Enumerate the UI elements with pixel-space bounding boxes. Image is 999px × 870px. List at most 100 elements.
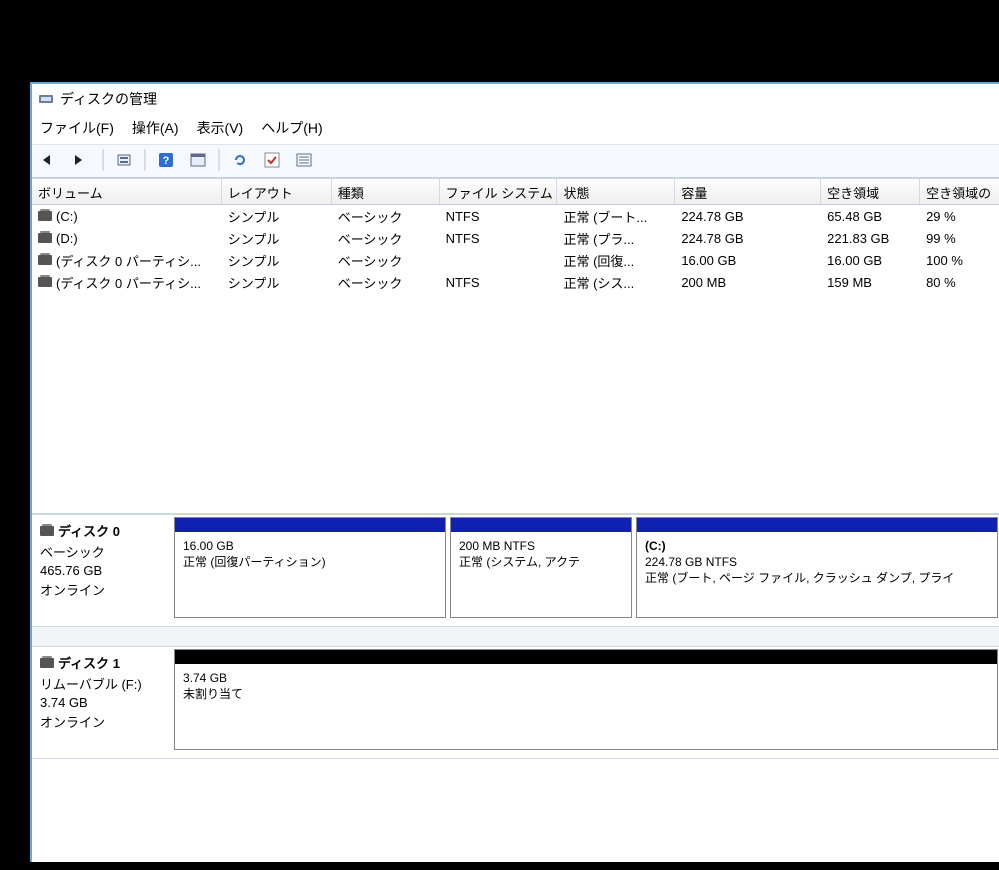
cell-status: 正常 (ブート... (557, 205, 675, 227)
disk-label: ディスク 0 (40, 521, 164, 540)
table-row[interactable]: (C:)シンプルベーシックNTFS正常 (ブート...224.78 GB65.4… (32, 205, 999, 227)
cell-status: 正常 (回復... (557, 249, 675, 271)
table-header: ボリューム レイアウト 種類 ファイル システム 状態 容量 空き領域 空き領域… (32, 179, 999, 205)
partition-header (637, 518, 997, 532)
window-title: ディスクの管理 (60, 89, 157, 109)
partition-size: 200 MB NTFS (459, 538, 623, 554)
view-details-button[interactable] (184, 147, 212, 173)
partition[interactable]: 200 MB NTFS正常 (システム, アクテ (450, 517, 632, 618)
toolbar-separator (102, 149, 104, 171)
cell-free-pct: 80 % (920, 271, 999, 293)
col-filesystem[interactable]: ファイル システム (440, 179, 558, 204)
partition-status: 未割り当て (183, 686, 989, 702)
cell-filesystem (440, 249, 558, 271)
cell-capacity: 16.00 GB (675, 249, 821, 271)
partition-header (175, 518, 445, 532)
partition-size: 224.78 GB NTFS (645, 554, 989, 570)
menu-view[interactable]: 表示(V) (197, 118, 244, 138)
partition[interactable]: (C:)224.78 GB NTFS正常 (ブート, ページ ファイル, クラッ… (636, 517, 998, 618)
refresh-button[interactable] (226, 147, 254, 173)
disk-type: ベーシック (40, 542, 164, 561)
cell-kind: ベーシック (332, 271, 440, 293)
partition-body: 200 MB NTFS正常 (システム, アクテ (451, 532, 631, 617)
partition-status: 正常 (システム, アクテ (459, 554, 623, 570)
cell-capacity: 224.78 GB (675, 205, 821, 227)
disk-meta: ディスク 0ベーシック465.76 GBオンライン (32, 515, 172, 626)
graphical-view: ディスク 0 ベーシック 465.76 GB オンライン 16.00 GB正常 (回復パ… (32, 513, 999, 759)
disk-partitions: 16.00 GB正常 (回復パーティション)200 MB NTFS正常 (システ… (172, 515, 999, 626)
disk-row: ディスク 0ベーシック465.76 GBオンライン16.00 GB正常 (回復パ… (32, 515, 999, 627)
partition-body: (C:)224.78 GB NTFS正常 (ブート, ページ ファイル, クラッ… (637, 532, 997, 617)
col-free[interactable]: 空き領域 (821, 179, 920, 204)
col-free-pct[interactable]: 空き領域の (920, 179, 999, 204)
partition-header (175, 650, 997, 664)
disk-icon (38, 255, 52, 265)
cell-filesystem: NTFS (440, 227, 558, 249)
titlebar: ディスクの管理 (32, 84, 999, 114)
disk-label: ディスク 1 (40, 653, 164, 672)
disk-meta: ディスク 1 リムーバブル (F:) 3.74 GB オンライン (32, 647, 172, 758)
cell-filesystem: NTFS (440, 205, 558, 227)
disk-icon (40, 658, 54, 668)
cell-volume: (C:) (32, 205, 222, 227)
disk-size: 465.76 GB (40, 563, 164, 578)
cell-layout: シンプル (222, 271, 332, 293)
properties-button[interactable] (110, 147, 138, 173)
col-layout[interactable]: レイアウト (222, 179, 332, 204)
partition-status: 正常 (回復パーティション) (183, 554, 437, 570)
col-volume[interactable]: ボリューム (32, 179, 222, 204)
cell-volume: (ディスク 0 パーティシ... (32, 249, 222, 271)
check-button[interactable] (258, 147, 286, 173)
table-row[interactable]: (ディスク 0 パーティシ...シンプルベーシックNTFS正常 (シス...20… (32, 271, 999, 293)
cell-layout: シンプル (222, 227, 332, 249)
cell-volume: (D:) (32, 227, 222, 249)
forward-button[interactable] (68, 147, 96, 173)
col-kind[interactable]: 種類 (332, 179, 440, 204)
back-button[interactable] (36, 147, 64, 173)
menu-help[interactable]: ヘルプ(H) (261, 118, 322, 138)
cell-kind: ベーシック (332, 227, 440, 249)
cell-kind: ベーシック (332, 249, 440, 271)
list-button[interactable] (290, 147, 318, 173)
cell-free: 221.83 GB (821, 227, 920, 249)
cell-free: 159 MB (821, 271, 920, 293)
partition-size: 3.74 GB (183, 670, 989, 686)
partition-status: 正常 (ブート, ページ ファイル, クラッシュ ダンプ, プライ (645, 570, 989, 586)
table-row[interactable]: (D:)シンプルベーシックNTFS正常 (プラ...224.78 GB221.8… (32, 227, 999, 249)
cell-status: 正常 (プラ... (557, 227, 675, 249)
toolbar-separator (144, 149, 146, 171)
partition-body: 3.74 GB未割り当て (175, 664, 997, 749)
svg-text:?: ? (163, 155, 170, 167)
disk-row: ディスク 1リムーバブル (F:)3.74 GBオンライン3.74 GB未割り当… (32, 647, 999, 759)
menubar: ファイル(F) 操作(A) 表示(V) ヘルプ(H) (32, 114, 999, 144)
disk-size: 3.74 GB (40, 695, 164, 710)
disk-management-window: ディスクの管理 ファイル(F) 操作(A) 表示(V) ヘルプ(H) ? (30, 82, 999, 862)
col-status[interactable]: 状態 (557, 179, 675, 204)
toolbar-separator (218, 149, 220, 171)
table-row[interactable]: (ディスク 0 パーティシ...シンプルベーシック 正常 (回復...16.00 … (32, 249, 999, 271)
disk-type: リムーバブル (F:) (40, 674, 164, 693)
cell-free-pct: 99 % (920, 227, 999, 249)
disk-partitions: 3.74 GB未割り当て (172, 647, 999, 758)
cell-filesystem: NTFS (440, 271, 558, 293)
partition[interactable]: 16.00 GB正常 (回復パーティション) (174, 517, 446, 618)
cell-kind: ベーシック (332, 205, 440, 227)
cell-layout: シンプル (222, 249, 332, 271)
partition-header (451, 518, 631, 532)
partition[interactable]: 3.74 GB未割り当て (174, 649, 998, 750)
cell-capacity: 224.78 GB (675, 227, 821, 249)
app-icon (38, 91, 54, 107)
menu-action[interactable]: 操作(A) (132, 118, 179, 138)
cell-volume: (ディスク 0 パーティシ... (32, 271, 222, 293)
disk-state: オンライン (40, 712, 164, 731)
help-button[interactable]: ? (152, 147, 180, 173)
disk-icon (40, 526, 54, 536)
col-capacity[interactable]: 容量 (675, 179, 821, 204)
menu-file[interactable]: ファイル(F) (40, 118, 114, 138)
volume-list: ボリューム レイアウト 種類 ファイル システム 状態 容量 空き領域 空き領域… (32, 178, 999, 293)
cell-free-pct: 100 % (920, 249, 999, 271)
partition-title: (C:) (645, 538, 989, 554)
partition-size: 16.00 GB (183, 538, 437, 554)
cell-layout: シンプル (222, 205, 332, 227)
disk-separator (32, 627, 999, 647)
